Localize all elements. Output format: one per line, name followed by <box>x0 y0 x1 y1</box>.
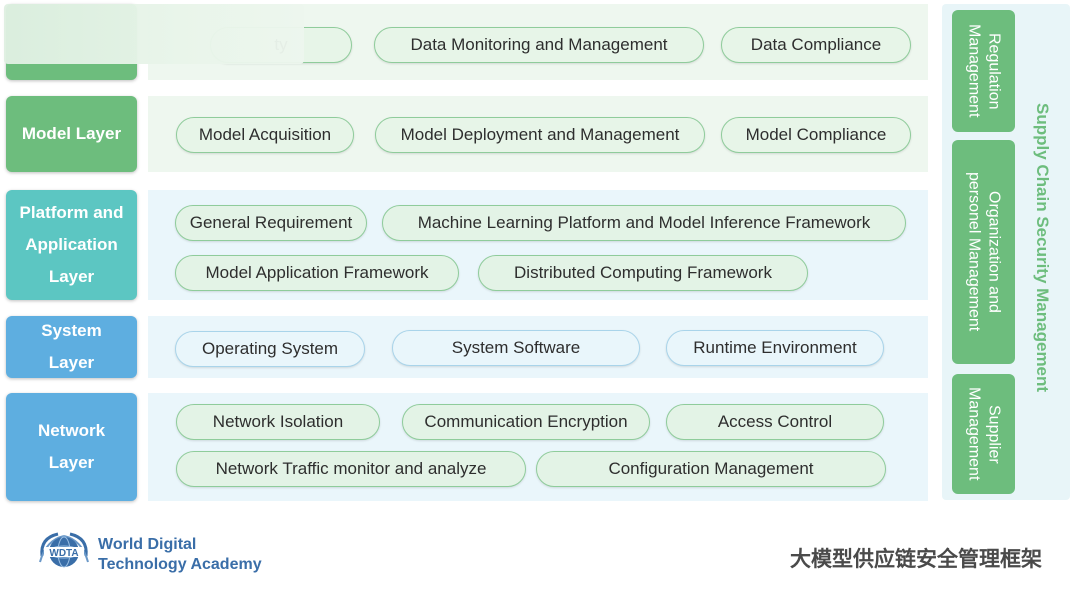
model-layer-label: Model Layer <box>6 96 137 172</box>
network-isolation-pill: Network Isolation <box>176 404 380 440</box>
access-control-pill: Access Control <box>666 404 884 440</box>
logo-text: WDTA <box>49 548 78 559</box>
chinese-title: 大模型供应链安全管理框架 <box>790 547 1042 571</box>
regulation-management-box: Regulation Management <box>952 10 1015 132</box>
configuration-management-pill: Configuration Management <box>536 451 886 487</box>
network-layer-label: Network Layer <box>6 393 137 501</box>
system-software-pill: System Software <box>392 330 640 366</box>
supplier-management-box: Supplier Management <box>952 374 1015 494</box>
ml-platform-pill: Machine Learning Platform and Model Infe… <box>382 205 906 241</box>
supply-chain-title: Supply Chain Security Management <box>1033 103 1052 393</box>
model-deployment-pill: Model Deployment and Management <box>375 117 705 153</box>
model-acquisition-pill: Model Acquisition <box>176 117 354 153</box>
organization-management-label: Organization and personel Management <box>965 172 1003 332</box>
wdta-logo: WDTA <box>36 528 92 574</box>
regulation-management-label: Regulation Management <box>965 24 1003 118</box>
organization-name: World Digital Technology Academy <box>98 536 262 573</box>
data-compliance-pill: Data Compliance <box>721 27 911 63</box>
communication-encryption-pill: Communication Encryption <box>402 404 650 440</box>
network-traffic-pill: Network Traffic monitor and analyze <box>176 451 526 487</box>
platform-layer-label: Platform and Application Layer <box>6 190 137 300</box>
supplier-management-label: Supplier Management <box>965 387 1003 481</box>
distributed-computing-pill: Distributed Computing Framework <box>478 255 808 291</box>
general-requirement-pill: General Requirement <box>175 205 367 241</box>
model-application-framework-pill: Model Application Framework <box>175 255 459 291</box>
model-compliance-pill: Model Compliance <box>721 117 911 153</box>
operating-system-pill: Operating System <box>175 331 365 367</box>
organization-management-box: Organization and personel Management <box>952 140 1015 364</box>
obscured-region <box>4 4 304 64</box>
system-layer-label: System Layer <box>6 316 137 378</box>
runtime-environment-pill: Runtime Environment <box>666 330 884 366</box>
data-monitoring-pill: Data Monitoring and Management <box>374 27 704 63</box>
